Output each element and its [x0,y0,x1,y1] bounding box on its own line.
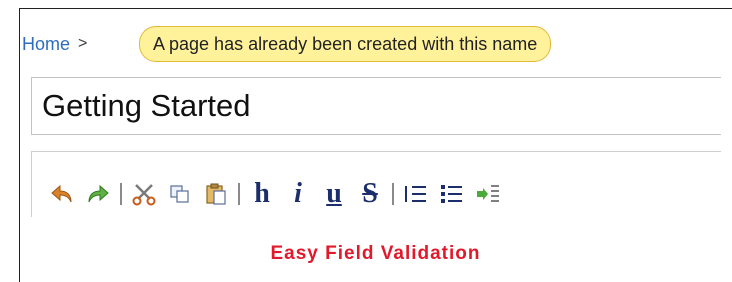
italic-button[interactable]: i [284,179,312,209]
caption: Easy Field Validation [270,243,481,264]
undo-button[interactable] [48,179,76,209]
heading-button[interactable]: h [248,179,276,209]
cut-button[interactable] [130,179,158,209]
editor-toolbar: h i u S [48,176,728,212]
undo-icon [50,183,74,205]
toolbar-separator [392,183,394,205]
redo-icon [86,183,110,205]
copy-button[interactable] [166,179,194,209]
breadcrumb-separator: > [78,35,88,52]
italic-icon: i [294,178,302,209]
numbered-list-button[interactable] [402,179,430,209]
heading-icon: h [254,178,270,209]
page-title-input[interactable] [32,78,721,134]
page-title-field[interactable] [31,77,721,135]
toolbar-separator [238,183,240,205]
redo-button[interactable] [84,179,112,209]
underline-button[interactable]: u [320,179,348,209]
cut-icon [131,182,157,206]
underline-icon: u [326,178,342,209]
validation-error-badge: A page has already been created with thi… [139,26,552,62]
paste-icon [204,182,228,206]
numbered-list-icon [404,183,428,205]
toolbar-separator [120,183,122,205]
validation-message: A page has already been created with thi… [153,33,538,54]
breadcrumb: Home > [22,26,87,62]
strikethrough-button[interactable]: S [356,179,384,209]
indent-button[interactable] [474,179,502,209]
bulleted-list-icon [440,183,464,205]
breadcrumb-home-link[interactable]: Home [22,34,70,55]
strikethrough-icon: S [362,178,378,209]
copy-icon [168,183,192,205]
paste-button[interactable] [202,179,230,209]
bulleted-list-button[interactable] [438,179,466,209]
indent-icon [476,183,500,205]
